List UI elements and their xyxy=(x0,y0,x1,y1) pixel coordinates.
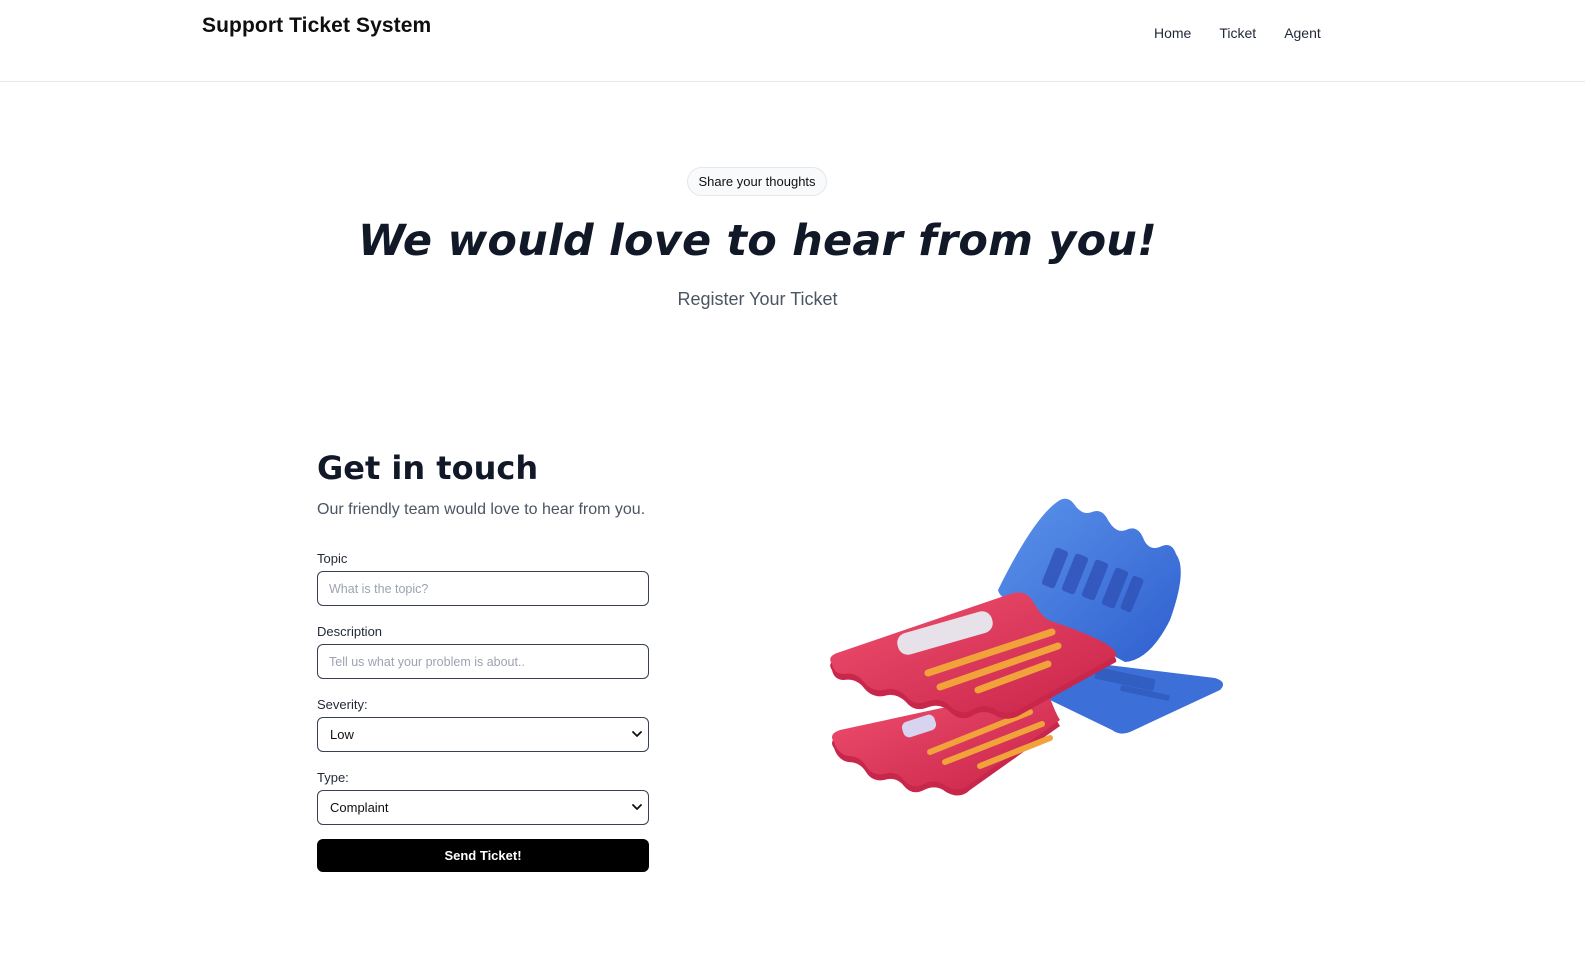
description-input[interactable] xyxy=(317,644,649,679)
contact-title: Get in touch xyxy=(317,449,539,487)
hero-title: We would love to hear from you! xyxy=(358,216,1157,266)
main-nav: Home Ticket Agent xyxy=(1154,25,1349,41)
nav-link-home[interactable]: Home xyxy=(1154,25,1191,41)
type-label: Type: xyxy=(317,770,349,785)
hero-badge: Share your thoughts xyxy=(687,167,827,196)
type-select[interactable]: Complaint xyxy=(317,790,649,825)
description-label: Description xyxy=(317,624,383,639)
brand-title[interactable]: Support Ticket System xyxy=(202,14,431,38)
type-select-wrapper: Complaint xyxy=(317,790,649,825)
severity-label: Severity: xyxy=(317,697,368,712)
severity-select-wrapper: Low xyxy=(317,717,649,752)
type-field-group: Type: Complaint xyxy=(317,770,649,825)
contact-form-section: Get in touch Our friendly team would lov… xyxy=(317,448,649,872)
hero-subtitle: Register Your Ticket xyxy=(677,289,838,309)
severity-select[interactable]: Low xyxy=(317,717,649,752)
severity-field-group: Severity: Low xyxy=(317,697,649,752)
nav-link-ticket[interactable]: Ticket xyxy=(1219,25,1256,41)
send-ticket-button[interactable]: Send Ticket! xyxy=(317,839,649,872)
nav-link-agent[interactable]: Agent xyxy=(1284,25,1321,41)
topic-input[interactable] xyxy=(317,571,649,606)
tickets-illustration-icon xyxy=(830,498,1224,796)
description-field-group: Description xyxy=(317,624,649,679)
topic-label: Topic xyxy=(317,551,348,566)
top-navbar: Support Ticket System Home Ticket Agent xyxy=(0,0,1585,82)
topic-field-group: Topic xyxy=(317,551,649,606)
contact-description: Our friendly team would love to hear fro… xyxy=(317,501,646,518)
